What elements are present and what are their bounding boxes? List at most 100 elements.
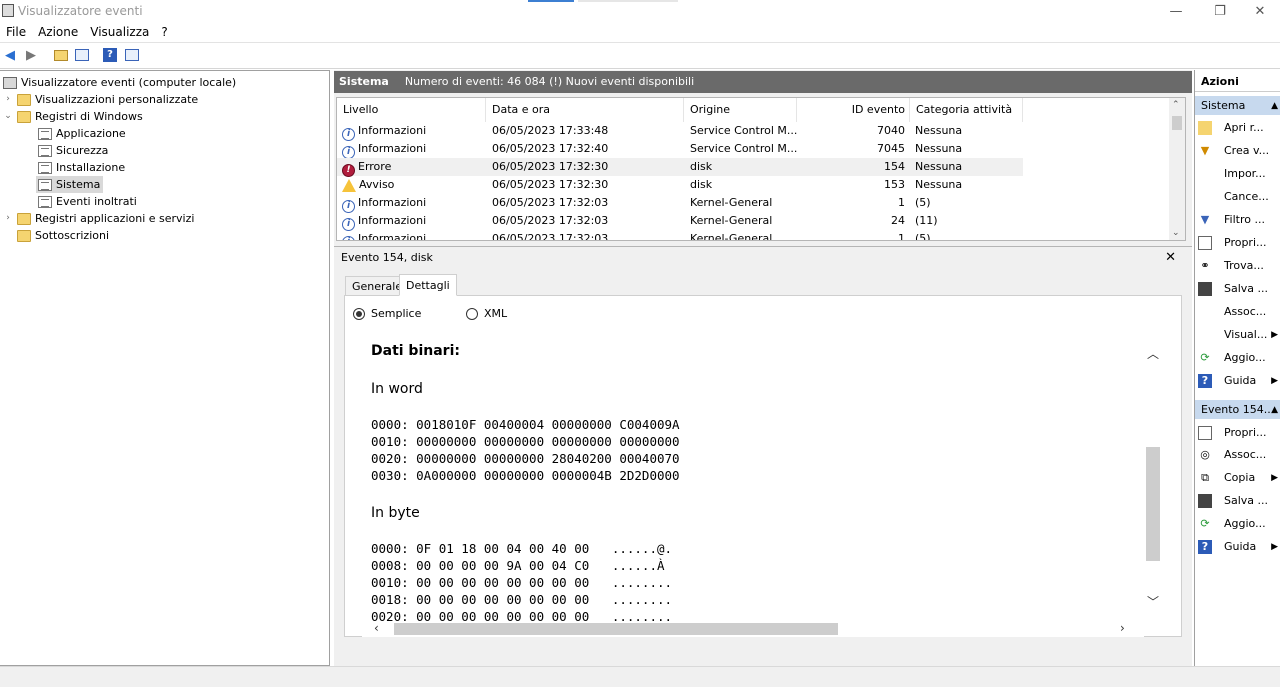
cell-id: 7040 bbox=[877, 124, 905, 137]
actions-section-evento[interactable]: Evento 154... ▲ bbox=[1195, 400, 1280, 419]
action-evento-salva[interactable]: Salva ... bbox=[1198, 491, 1280, 511]
cell-source: Service Control M... bbox=[690, 142, 798, 155]
col-categoria[interactable]: Categoria attività bbox=[910, 98, 1023, 122]
col-id[interactable]: ID evento bbox=[797, 98, 910, 122]
binary-hscroll[interactable]: ‹ › bbox=[362, 621, 1144, 637]
action-aggiorna[interactable]: ⟳ Aggio... bbox=[1198, 348, 1280, 368]
filter-icon: ▼ bbox=[1200, 144, 1210, 157]
byte-line: 0010: 00 00 00 00 00 00 00 00 ........ bbox=[371, 575, 673, 590]
action-evento-copia[interactable]: ⧉ Copia ▶ bbox=[1198, 468, 1280, 488]
action-cancella[interactable]: Cance... bbox=[1198, 187, 1280, 207]
tree-item-sicurezza[interactable]: Sicurezza bbox=[38, 142, 108, 159]
chevron-right-icon[interactable]: › bbox=[3, 210, 13, 227]
close-button[interactable]: ✕ bbox=[1240, 0, 1280, 22]
menu-azione[interactable]: Azione bbox=[32, 22, 84, 42]
scrollbar-thumb[interactable] bbox=[394, 623, 838, 635]
tree-windows-logs[interactable]: ⌄ Registri di Windows bbox=[3, 108, 143, 125]
chevron-right-icon[interactable]: › bbox=[3, 91, 13, 108]
navigation-tree: Visualizzatore eventi (computer locale) … bbox=[0, 70, 330, 666]
tree-item-installazione[interactable]: Installazione bbox=[38, 159, 125, 176]
tree-subscriptions[interactable]: Sottoscrizioni bbox=[17, 227, 109, 244]
tree-item-applicazione[interactable]: Applicazione bbox=[38, 125, 126, 142]
scrollbar-thumb[interactable] bbox=[1146, 447, 1160, 561]
app-icon bbox=[2, 4, 14, 17]
action-proprieta[interactable]: Propri... bbox=[1198, 233, 1280, 253]
action-evento-guida[interactable]: ? Guida ▶ bbox=[1198, 537, 1280, 557]
forward-icon[interactable]: ▶ bbox=[22, 46, 40, 64]
collapse-icon[interactable]: ▲ bbox=[1271, 96, 1278, 116]
events-list[interactable]: Livello Data e ora Origine ID evento Cat… bbox=[336, 97, 1186, 241]
tree-root[interactable]: Visualizzatore eventi (computer locale) bbox=[3, 74, 236, 91]
action-label: Propri... bbox=[1224, 426, 1267, 439]
action-pane-icon[interactable] bbox=[123, 46, 141, 64]
scroll-left-icon[interactable]: ‹ bbox=[374, 621, 379, 635]
table-row[interactable]: i Informazioni 06/05/2023 17:32:40 Servic… bbox=[337, 140, 1171, 159]
scroll-up-icon[interactable]: ︿ bbox=[1147, 345, 1159, 362]
show-hide-tree-icon[interactable] bbox=[73, 46, 91, 64]
menu-visualizza[interactable]: Visualizza bbox=[84, 22, 155, 42]
folder-up-icon[interactable] bbox=[52, 46, 70, 64]
col-origine[interactable]: Origine bbox=[684, 98, 797, 122]
scrollbar-thumb[interactable] bbox=[1172, 116, 1182, 130]
cell-source: disk bbox=[690, 178, 713, 191]
table-row[interactable]: Avviso 06/05/2023 17:32:30 disk 153 Ness… bbox=[337, 176, 1171, 194]
radio-xml[interactable]: XML bbox=[466, 307, 507, 320]
action-apri[interactable]: Apri r... bbox=[1198, 118, 1280, 138]
cell-id: 1 bbox=[898, 196, 905, 209]
properties-icon bbox=[1198, 236, 1212, 250]
byte-line: 0000: 0F 01 18 00 04 00 40 00 ......@. bbox=[371, 541, 673, 556]
tree-custom-views[interactable]: › Visualizzazioni personalizzate bbox=[3, 91, 198, 108]
action-label: Cance... bbox=[1224, 190, 1269, 203]
action-evento-aggiorna[interactable]: ⟳ Aggio... bbox=[1198, 514, 1280, 534]
action-trova[interactable]: ⚭ Trova... bbox=[1198, 256, 1280, 276]
scroll-right-icon[interactable]: › bbox=[1120, 621, 1125, 635]
action-associa[interactable]: Assoc... bbox=[1198, 302, 1280, 322]
chevron-down-icon[interactable]: ⌄ bbox=[3, 108, 13, 125]
cell-level: Informazioni bbox=[358, 214, 427, 227]
radio-semplice[interactable]: Semplice bbox=[353, 307, 421, 320]
menu-file[interactable]: File bbox=[0, 22, 32, 42]
save-icon bbox=[1198, 282, 1212, 296]
back-icon[interactable]: ◀ bbox=[1, 46, 19, 64]
action-crea[interactable]: ▼ Crea v... bbox=[1198, 141, 1280, 161]
task-icon: ◎ bbox=[1200, 448, 1210, 461]
scroll-down-icon[interactable]: ﹀ bbox=[1147, 593, 1159, 610]
tree-app-services[interactable]: › Registri applicazioni e servizi bbox=[3, 210, 194, 227]
help-icon[interactable]: ? bbox=[101, 46, 119, 64]
action-evento-proprieta[interactable]: Propri... bbox=[1198, 423, 1280, 443]
actions-section-sistema[interactable]: Sistema ▲ bbox=[1195, 96, 1280, 115]
tree-item-sistema[interactable]: Sistema bbox=[36, 176, 104, 193]
binary-vscroll[interactable]: ︿ ﹀ bbox=[1144, 335, 1162, 621]
cell-source: Kernel-General bbox=[690, 196, 773, 209]
tab-dettagli[interactable]: Dettagli bbox=[399, 274, 457, 296]
binary-data-view[interactable]: Dati binari: In word 0000: 0018010F 0040… bbox=[362, 335, 1162, 621]
minimize-button[interactable]: — bbox=[1156, 0, 1196, 22]
cell-id: 7045 bbox=[877, 142, 905, 155]
folder-icon bbox=[17, 110, 31, 123]
restore-button[interactable]: ❐ bbox=[1200, 0, 1240, 22]
table-row-selected[interactable]: ! Errore 06/05/2023 17:32:30 disk 154 Nes… bbox=[337, 158, 1023, 177]
table-row[interactable]: iInformazioni 06/05/2023 17:32:03 Kernel… bbox=[337, 212, 1171, 231]
action-salva[interactable]: Salva ... bbox=[1198, 279, 1280, 299]
events-scrollbar[interactable]: ⌃ ⌄ bbox=[1169, 98, 1185, 240]
col-data[interactable]: Data e ora bbox=[486, 98, 684, 122]
action-importa[interactable]: Impor... bbox=[1198, 164, 1280, 184]
collapse-icon[interactable]: ▲ bbox=[1271, 400, 1278, 420]
table-row[interactable]: i Informazioni 06/05/2023 17:33:48 Servic… bbox=[337, 122, 1171, 141]
action-visualizza[interactable]: Visual... ▶ bbox=[1198, 325, 1280, 345]
col-livello[interactable]: Livello bbox=[337, 98, 486, 122]
close-detail-icon[interactable]: ✕ bbox=[1165, 247, 1176, 269]
table-row[interactable]: iInformazioni 06/05/2023 17:32:03 Kernel… bbox=[337, 194, 1171, 213]
table-row[interactable]: iInformazioni 06/05/2023 17:32:03 Kernel… bbox=[337, 230, 1171, 240]
action-evento-associa[interactable]: ◎ Assoc... bbox=[1198, 445, 1280, 465]
menu-help[interactable]: ? bbox=[155, 22, 173, 42]
cell-cat: Nessuna bbox=[915, 178, 963, 191]
scroll-up-icon[interactable]: ⌃ bbox=[1172, 100, 1180, 110]
action-filtro[interactable]: ▼ Filtro ... bbox=[1198, 210, 1280, 230]
scroll-down-icon[interactable]: ⌄ bbox=[1172, 228, 1180, 238]
tree-item-eventi-inoltrati[interactable]: Eventi inoltrati bbox=[38, 193, 137, 210]
action-guida[interactable]: ? Guida ▶ bbox=[1198, 371, 1280, 391]
word-line: 0010: 00000000 00000000 00000000 0000000… bbox=[371, 434, 680, 449]
byte-line: 0018: 00 00 00 00 00 00 00 00 ........ bbox=[371, 592, 673, 607]
warning-icon bbox=[342, 178, 356, 192]
